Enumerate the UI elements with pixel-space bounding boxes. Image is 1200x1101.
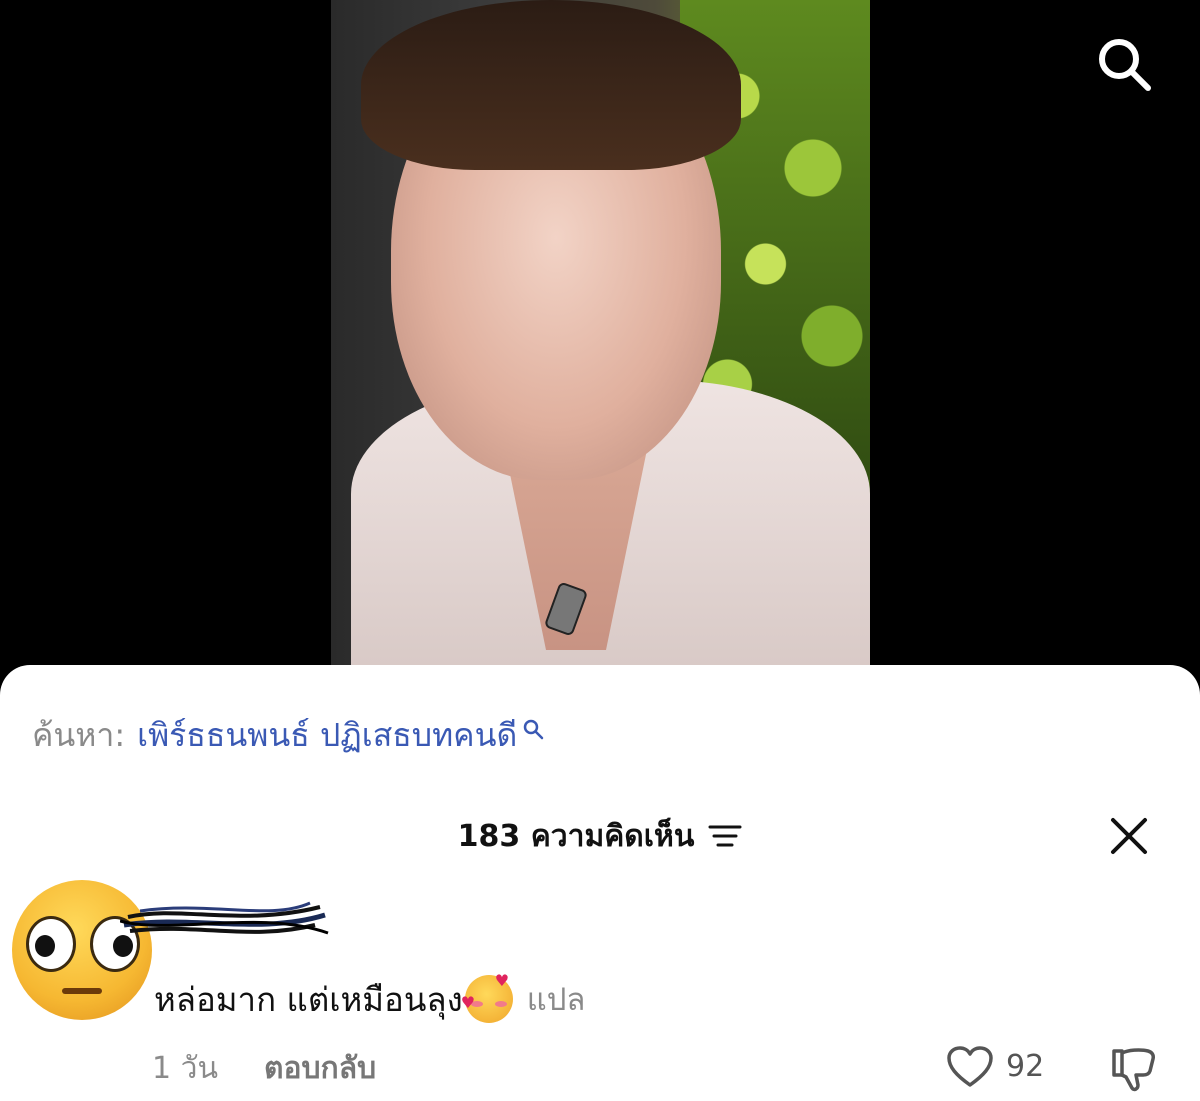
video-area[interactable] (0, 0, 1200, 700)
reply-button[interactable]: ตอบกลับ (264, 1045, 376, 1092)
comments-sheet: ค้นหา: เพิร์ธธนพนธ์ ปฏิเสธบทคนดี 183 ควา… (0, 665, 1200, 1101)
comments-count: 183 ความคิดเห็น (457, 818, 695, 854)
person-hair (361, 0, 741, 170)
comment-time: 1 วัน (152, 1050, 218, 1086)
search-icon[interactable] (1094, 34, 1154, 94)
comment-text: หล่อมาก แต่เหมือนลุง (154, 979, 463, 1019)
comments-header: 183 ความคิดเห็น (0, 813, 1200, 859)
thumbs-down-icon[interactable] (1108, 1045, 1158, 1095)
translate-link[interactable]: แปล (527, 974, 586, 1024)
search-suggestion[interactable]: ค้นหา: เพิร์ธธนพนธ์ ปฏิเสธบทคนดี (32, 713, 545, 757)
avatar-eye-left (26, 916, 76, 972)
avatar-mouth (62, 988, 102, 994)
comment-body: หล่อมาก แต่เหมือนลุง ♥ ♥ แปล (154, 971, 586, 1024)
smiling-hearts-emoji-icon: ♥ ♥ (461, 971, 513, 1023)
search-mini-icon (523, 719, 544, 740)
close-icon[interactable] (1108, 815, 1150, 857)
comment-meta: 1 วัน ตอบกลับ (152, 1048, 376, 1088)
redacted-username (120, 901, 329, 935)
sort-icon[interactable] (708, 823, 742, 849)
search-prefix: ค้นหา: (32, 715, 126, 754)
video-frame[interactable] (331, 0, 870, 665)
heart-icon[interactable] (946, 1045, 994, 1089)
like-count: 92 (1006, 1049, 1045, 1084)
search-term-link[interactable]: เพิร์ธธนพนธ์ ปฏิเสธบทคนดี (137, 710, 517, 761)
